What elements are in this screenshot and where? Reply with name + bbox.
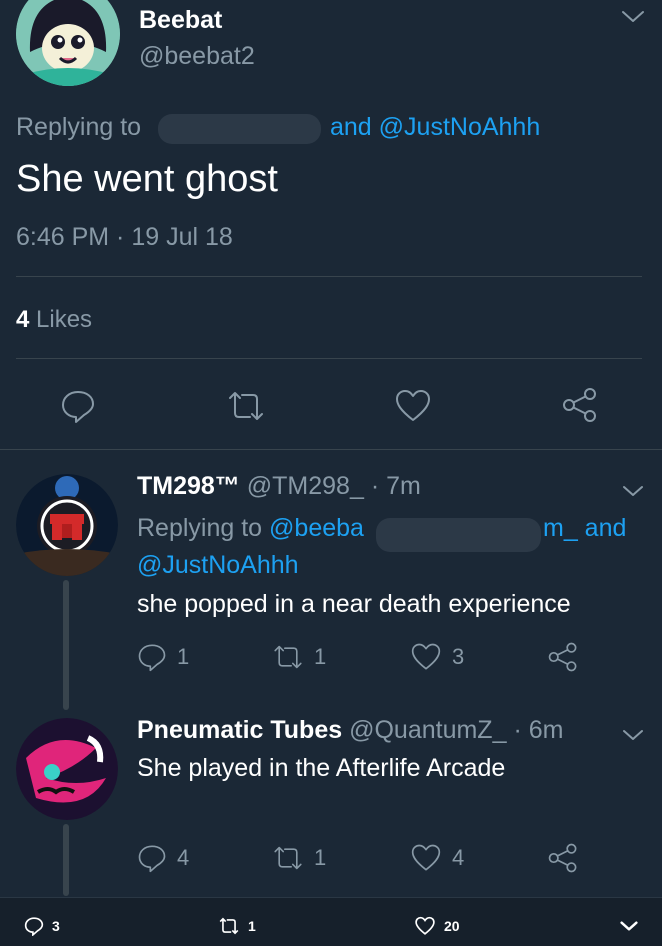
reply-time[interactable]: · 7m: [371, 472, 421, 500]
redacted-mention: [376, 518, 541, 552]
author-handle[interactable]: @QuantumZ_: [349, 716, 506, 744]
author-display-name[interactable]: TM298™: [137, 472, 240, 500]
retweet-action[interactable]: 1: [218, 916, 256, 936]
reply-header: Pneumatic Tubes @QuantumZ_ · 6m: [137, 716, 563, 745]
replying-mention[interactable]: @beeba: [269, 514, 364, 542]
reply-time[interactable]: · 6m: [513, 716, 563, 744]
reply-count: 1: [177, 644, 190, 669]
reply-icon: [138, 845, 166, 873]
likes-count: 4: [16, 306, 30, 333]
retweet-count: 1: [314, 644, 327, 669]
reply-action[interactable]: 3: [24, 916, 60, 936]
author-handle[interactable]: @beebat2: [139, 42, 255, 71]
avatar-illustration: [16, 0, 120, 86]
like-count: 3: [452, 644, 465, 669]
retweet-count: 1: [248, 918, 256, 934]
retweet-count: 1: [314, 845, 327, 870]
author-handle[interactable]: @TM298_: [247, 472, 364, 500]
chevron-down-icon[interactable]: [622, 484, 644, 498]
reply-count: 4: [177, 845, 190, 870]
likes-label: Likes: [36, 306, 93, 333]
thread-line: [63, 580, 69, 710]
avatar[interactable]: [16, 718, 118, 820]
chevron-down-icon[interactable]: [620, 920, 638, 932]
chevron-down-icon[interactable]: [620, 8, 646, 26]
like-action[interactable]: 3: [410, 642, 464, 672]
avatar-illustration: [16, 718, 118, 820]
heart-icon: [411, 643, 441, 670]
like-action[interactable]: 20: [414, 916, 460, 936]
retweet-action[interactable]: 1: [272, 642, 326, 672]
share-icon[interactable]: [547, 641, 579, 673]
reply-action[interactable]: 1: [137, 642, 189, 672]
tweet-timestamp[interactable]: 6:46 PM · 19 Jul 18: [16, 223, 233, 252]
chevron-down-icon[interactable]: [622, 728, 644, 742]
heart-icon: [415, 916, 435, 935]
replying-to-line: Replying to @beeba: [137, 514, 364, 543]
author-display-name[interactable]: Pneumatic Tubes: [137, 716, 342, 744]
likes-stat[interactable]: 4 Likes: [16, 306, 92, 334]
replying-mention[interactable]: m_ and: [543, 514, 626, 543]
retweet-icon: [219, 917, 239, 935]
heart-icon[interactable]: [394, 388, 432, 424]
reply-icon: [138, 644, 166, 672]
divider: [16, 276, 642, 277]
reply-header: TM298™ @TM298_ · 7m: [137, 472, 421, 501]
retweet-action[interactable]: 1: [272, 843, 326, 873]
avatar-illustration: [16, 474, 118, 576]
like-count: 20: [444, 918, 460, 934]
retweet-icon[interactable]: [226, 388, 266, 424]
section-divider: [0, 449, 662, 450]
share-icon[interactable]: [561, 386, 599, 424]
author-display-name[interactable]: Beebat: [139, 6, 222, 35]
reply-text: She played in the Afterlife Arcade: [137, 754, 506, 782]
replying-mention[interactable]: @JustNoAhhh: [137, 551, 299, 580]
bottom-action-bar: 3 1 20: [0, 897, 662, 946]
tweet-text: She went ghost: [16, 158, 278, 200]
reply-count: 3: [52, 918, 60, 934]
reply-icon: [24, 917, 44, 936]
reply-action[interactable]: 4: [137, 843, 189, 873]
divider: [16, 358, 642, 359]
thread-line: [63, 824, 69, 896]
replying-to-label: Replying to: [16, 113, 142, 141]
share-icon[interactable]: [547, 842, 579, 874]
avatar[interactable]: [16, 474, 118, 576]
replying-to-label: Replying to: [137, 514, 263, 542]
like-count: 4: [452, 845, 465, 870]
like-action[interactable]: 4: [410, 843, 464, 873]
heart-icon: [411, 844, 441, 871]
retweet-icon: [274, 645, 302, 669]
avatar[interactable]: [16, 0, 120, 86]
retweet-icon: [274, 846, 302, 870]
replying-to-mentions[interactable]: and @JustNoAhhh: [330, 113, 540, 142]
reply-text: she popped in a near death experience: [137, 590, 571, 618]
reply-icon[interactable]: [60, 388, 96, 424]
redacted-mention: [158, 114, 321, 144]
